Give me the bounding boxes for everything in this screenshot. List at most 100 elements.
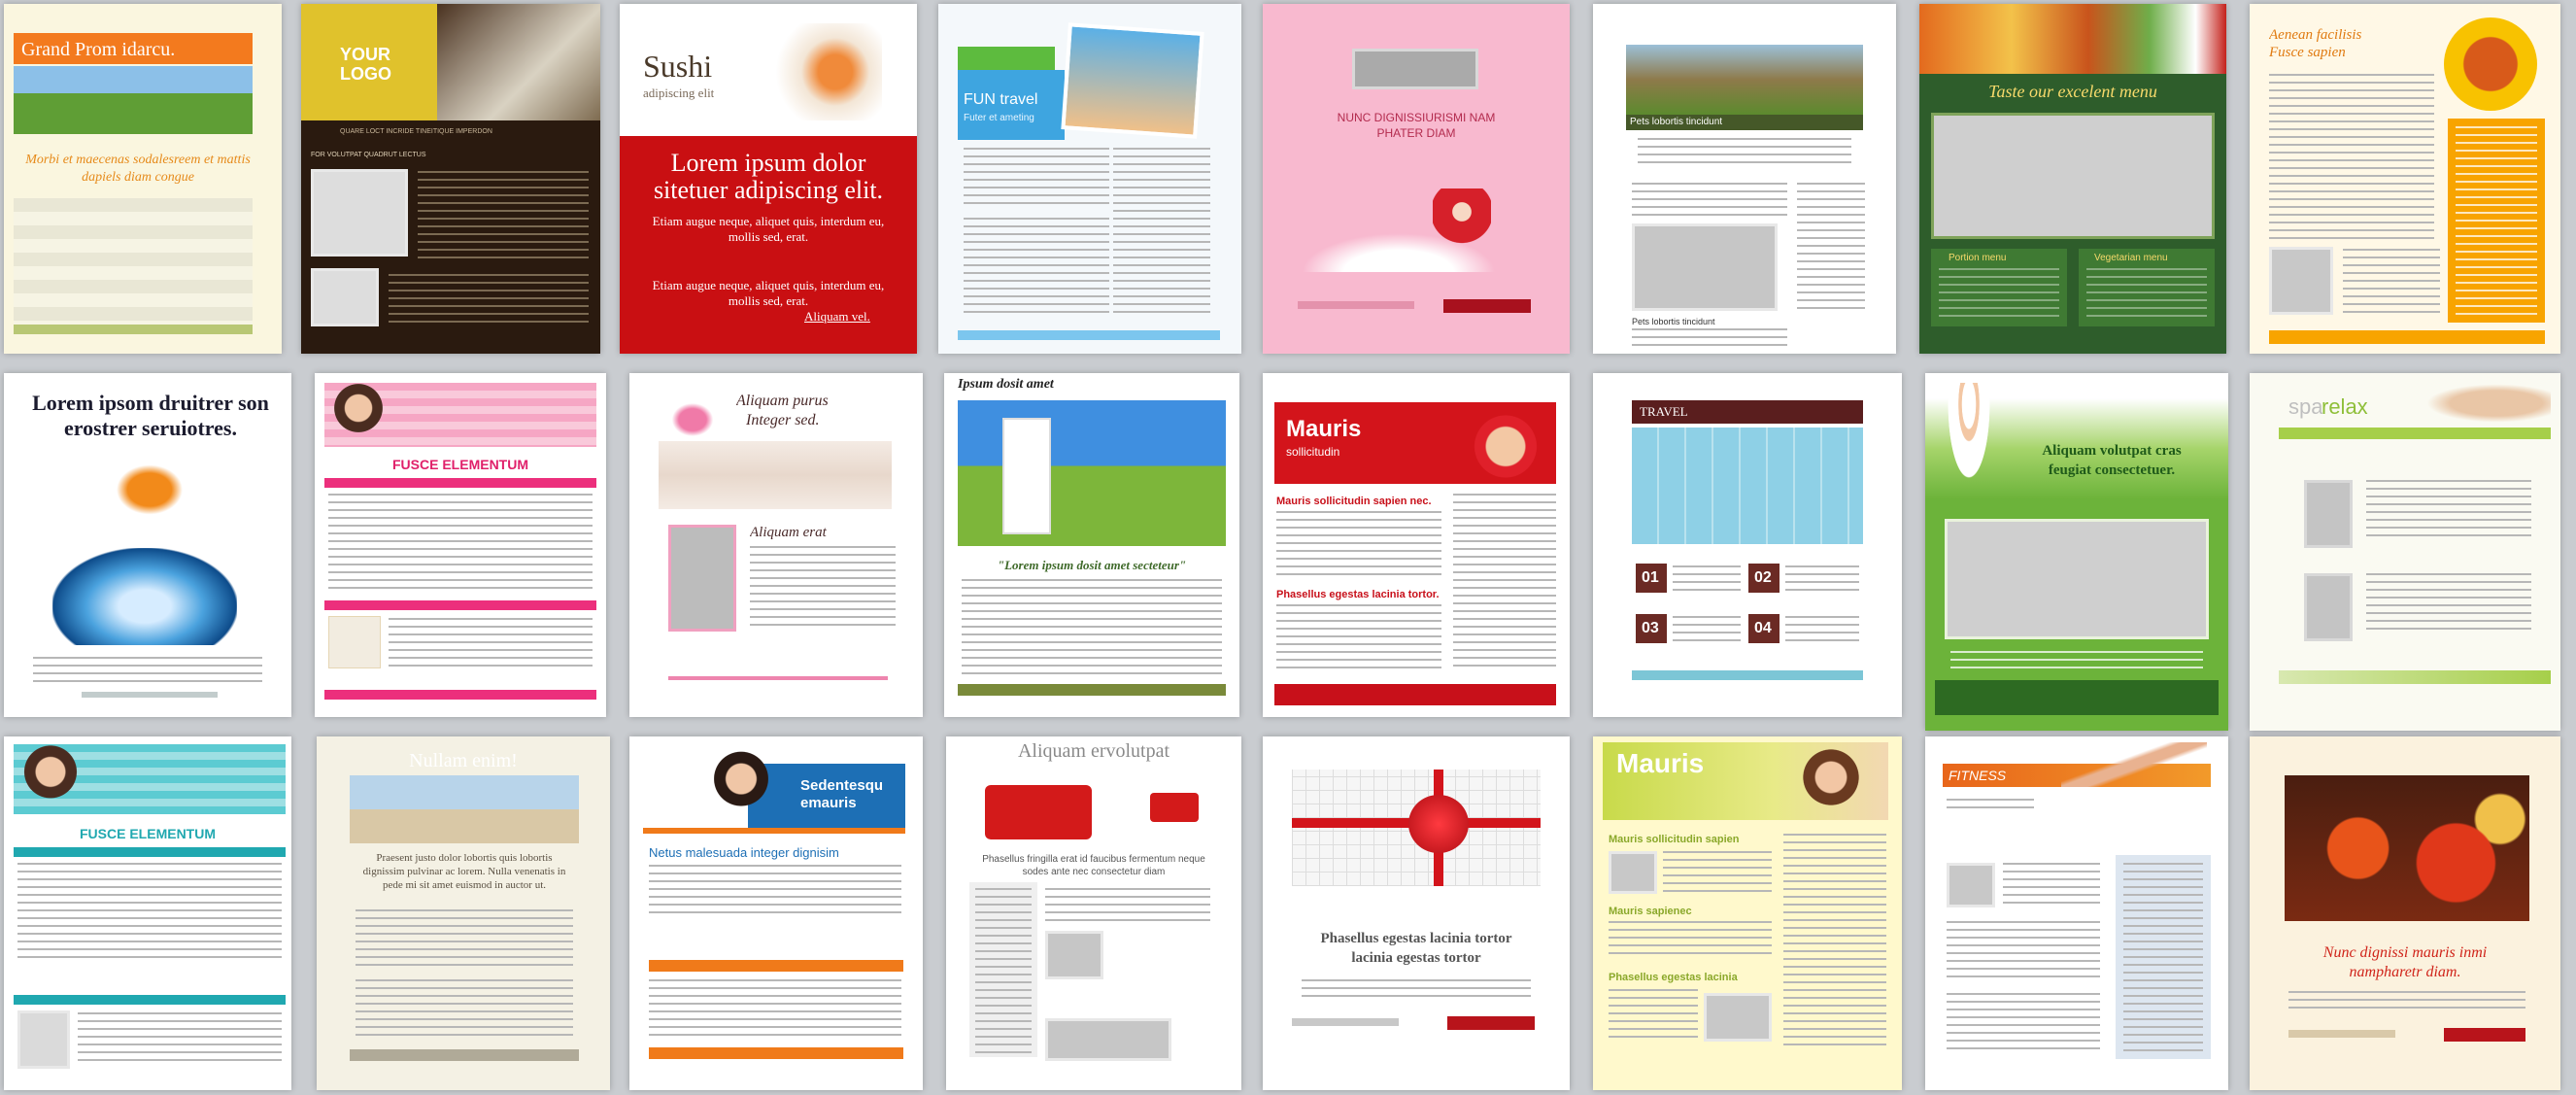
goldfish (111, 461, 188, 519)
section-bar-2 (14, 995, 286, 1005)
number-1: 01 (1642, 569, 1659, 586)
template-card-nullam[interactable]: Nullam enim! Praesent justo dolor lobort… (317, 736, 610, 1090)
door (1002, 418, 1051, 534)
card-title: TRAVEL (1640, 404, 1688, 419)
footer-bar (1935, 680, 2219, 715)
template-card-fusce-teal[interactable]: FUSCE ELEMENTUM (4, 736, 291, 1090)
golf-photo (14, 66, 253, 134)
template-card-menu[interactable]: Taste our excelent menu Portion menu Veg… (1919, 4, 2226, 354)
text-block (962, 579, 1222, 676)
template-card-aenean[interactable]: Aenean facilisis Fusce sapien (2250, 4, 2560, 354)
card-title: FITNESS (1949, 768, 2007, 783)
footer-bar (958, 330, 1220, 340)
template-card-fitness[interactable]: FITNESS (1925, 736, 2228, 1090)
headline: FUSCE ELEMENTUM (80, 826, 216, 841)
template-card-chef[interactable]: Aliquam volutpat cras feugiat consectetu… (1925, 373, 2228, 731)
food-circle (2444, 17, 2537, 111)
section-title: Aliquam erat (750, 525, 827, 540)
template-card-gift[interactable]: Phasellus egestas lacinia tortor lacinia… (1263, 736, 1570, 1090)
headline-2: PHATER DIAM (1376, 126, 1456, 140)
template-card-fusce-pink[interactable]: FUSCE ELEMENTUM (315, 373, 606, 717)
family-photo (1061, 22, 1204, 139)
text-block (33, 657, 262, 684)
template-card-travel[interactable]: TRAVEL 01 02 03 04 (1593, 373, 1902, 717)
template-card-your-logo[interactable]: YOUR LOGO QUARE LOCT INCRIDE TINEITIQUE … (301, 4, 600, 354)
template-card-sofa[interactable]: Aliquam ervolutpat Phasellus fringilla e… (946, 736, 1241, 1090)
vegetarian-text (2086, 268, 2207, 319)
template-card-sparelax[interactable]: spa relax (2250, 373, 2560, 731)
footer-bar (649, 1047, 903, 1059)
image-placeholder (1609, 851, 1657, 894)
green-tab (958, 47, 1055, 70)
image-thumb (17, 1010, 70, 1069)
text-block (1045, 888, 1210, 927)
headline-2: lacinia egestas tortor (1351, 950, 1481, 966)
template-card-mauris-red[interactable]: Mauris sollicitudin Mauris sollicitudin … (1263, 373, 1570, 717)
quote: "Lorem ipsum dosit amet secteteur" (997, 558, 1187, 572)
headline: NUNC DIGNISSIURISMI NAM (1337, 111, 1496, 124)
text-block-2 (1947, 921, 2100, 979)
orange-line (643, 828, 905, 834)
header-text: Pets lobortis tincidunt (1630, 117, 1723, 127)
headline: Lorem ipsom druitrer son erostrer seruio… (32, 391, 269, 440)
template-card-mauris-yellow[interactable]: Mauris Mauris sollicitudin sapien Mauris… (1593, 736, 1902, 1090)
template-card-fun-travel[interactable]: FUN travel Futer et ameting (938, 4, 1241, 354)
body-text: Etiam augue neque, aliquet quis, interdu… (652, 214, 885, 244)
card-subtitle: emauris (800, 795, 857, 811)
template-card-candles[interactable]: Nunc dignissi mauris inmi nampharetr dia… (2250, 736, 2560, 1090)
template-card-goldfish[interactable]: Lorem ipsom druitrer son erostrer seruio… (4, 373, 291, 717)
footer-text (1298, 301, 1414, 309)
image-placeholder-2 (1704, 993, 1772, 1042)
cta-button[interactable] (2444, 1028, 2525, 1042)
side-column (1797, 183, 1865, 309)
card-title: Aenean facilisis (2269, 27, 2362, 43)
cta-button[interactable] (1447, 1016, 1535, 1030)
headline: Aliquam volutpat cras (2042, 443, 2182, 459)
side-column (1453, 494, 1556, 672)
text-block-2 (78, 1012, 282, 1061)
template-card-christmas[interactable]: NUNC DIGNISSIURISMI NAM PHATER DIAM (1263, 4, 1570, 354)
woman-photo (1787, 742, 1875, 820)
intro-text (1638, 138, 1851, 167)
text-block-2 (1632, 328, 1787, 348)
text-block (1663, 851, 1772, 894)
template-gallery: Grand Prom idarcu. Morbi et maecenas sod… (0, 0, 2576, 1095)
headline: Netus malesuada integer dignisim (649, 845, 839, 860)
bullet-list (14, 198, 253, 325)
card-title: Mauris (1616, 748, 1705, 778)
green-bar (2279, 428, 2551, 439)
read-more-link[interactable]: Aliquam vel. (804, 309, 870, 325)
gift-bow (1408, 795, 1469, 853)
number-3: 03 (1642, 620, 1659, 636)
text-block-2 (2366, 573, 2531, 632)
image-placeholder (1947, 863, 1995, 907)
card-title: FUN travel (964, 91, 1038, 108)
text-block (17, 863, 282, 964)
template-card-pets[interactable]: Pets lobortis tincidunt Pets lobortis ti… (1593, 4, 1896, 354)
portion-text (1939, 268, 2059, 319)
footer-bar (2279, 670, 2551, 684)
template-card-grand-prom[interactable]: Grand Prom idarcu. Morbi et maecenas sod… (4, 4, 282, 354)
template-card-door[interactable]: Ipsum dosit amet "Lorem ipsum dosit amet… (944, 373, 1239, 717)
image-placeholder (1045, 931, 1103, 979)
legs-photo (2061, 742, 2207, 787)
image-placeholder-2 (311, 268, 379, 326)
footer-bar (2269, 330, 2545, 344)
template-card-sushi[interactable]: Sushi adipiscing elit Lorem ipsum dolor … (620, 4, 917, 354)
water-splash (52, 548, 237, 645)
image-thumb (328, 616, 381, 668)
headline: Taste our excelent menu (1988, 82, 2157, 101)
chef-figure (1945, 383, 1993, 490)
portion-title: Portion menu (1949, 253, 2007, 263)
template-card-spa[interactable]: Aliquam purus Integer sed. Aliquam erat (629, 373, 923, 717)
section-bar (649, 960, 903, 972)
template-card-sedentesqu[interactable]: Sedentesqu emauris Netus malesuada integ… (629, 736, 923, 1090)
section-title: Mauris sollicitudin sapien nec. (1276, 496, 1432, 507)
headline: Phasellus egestas lacinia tortor (1320, 931, 1512, 946)
text-block-2 (1609, 921, 1772, 960)
section-title: FOR VOLUTPAT QUADRUT LECTUS (311, 152, 426, 158)
door-photo (958, 400, 1226, 546)
ornaments-photo (2285, 775, 2529, 921)
cta-button[interactable] (1443, 299, 1531, 313)
section-title-2: Phasellus egestas lacinia tortor. (1276, 589, 1440, 600)
